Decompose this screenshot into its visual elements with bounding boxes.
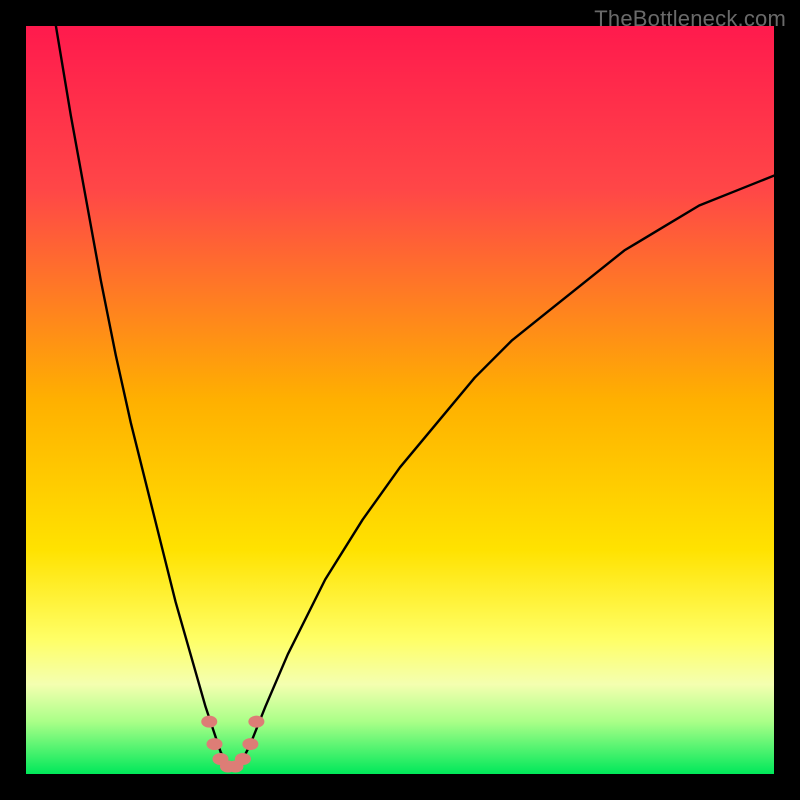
notch-marker: [235, 753, 251, 765]
bottleneck-chart: [26, 26, 774, 774]
notch-marker: [201, 716, 217, 728]
watermark-text: TheBottleneck.com: [594, 6, 786, 32]
plot-frame: [26, 26, 774, 774]
notch-marker: [242, 738, 258, 750]
chart-background-gradient: [26, 26, 774, 774]
notch-marker: [207, 738, 223, 750]
notch-marker: [248, 716, 264, 728]
